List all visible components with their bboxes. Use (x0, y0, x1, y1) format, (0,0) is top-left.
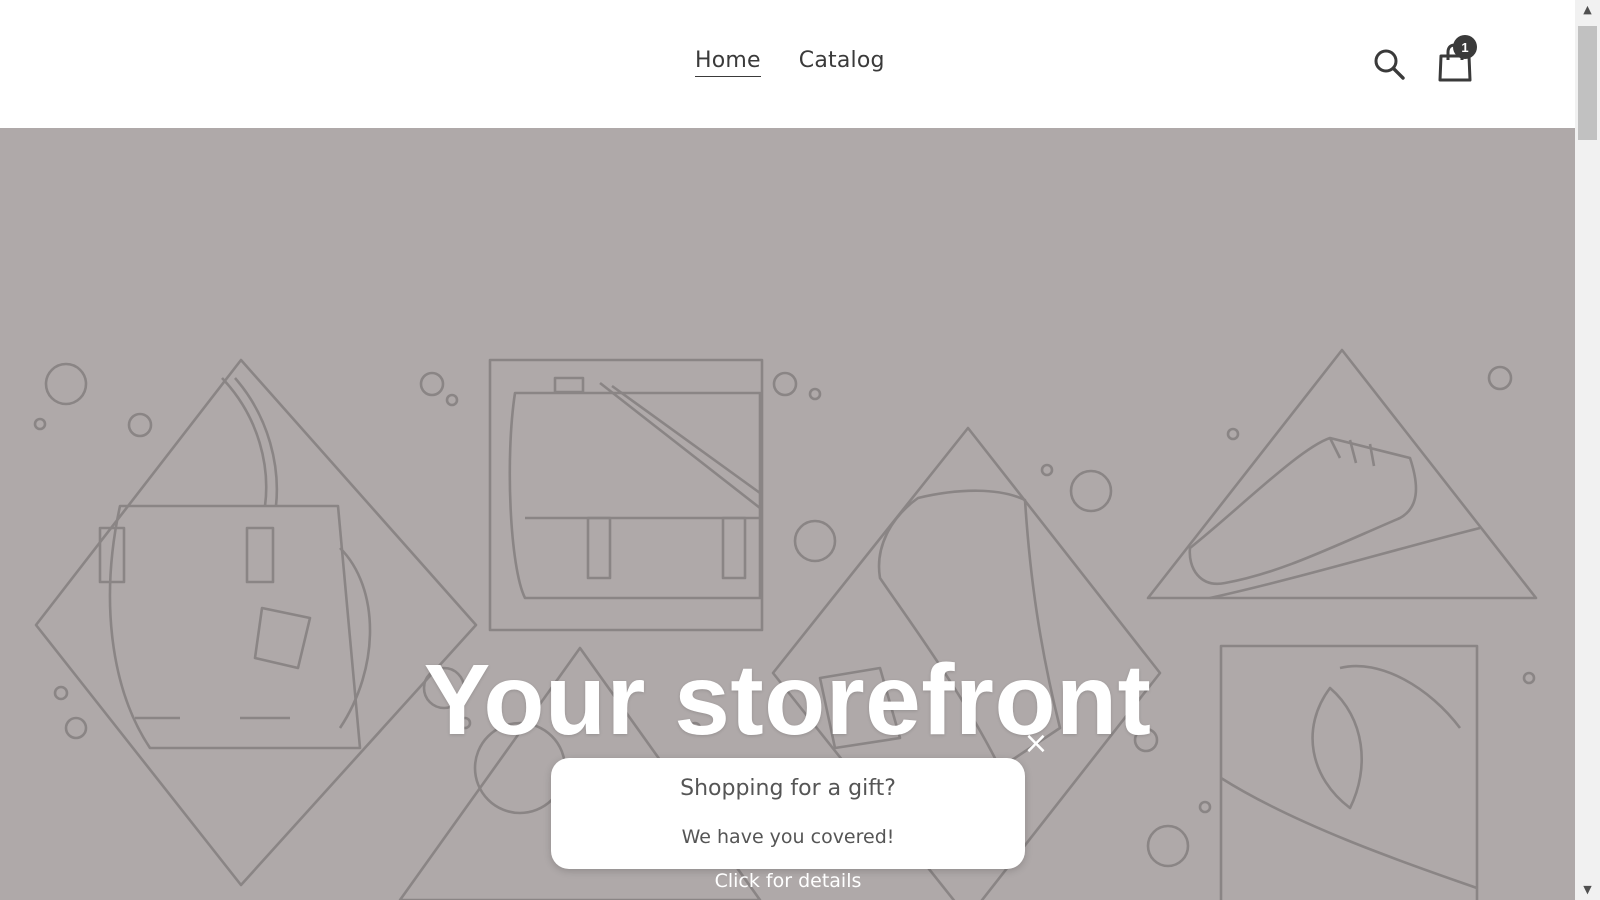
cart-count-badge: 1 (1453, 35, 1477, 59)
triangle-shape (1146, 348, 1538, 600)
popup-details-link[interactable]: Click for details (551, 870, 1025, 892)
search-icon (1374, 49, 1405, 80)
nav-link-home[interactable]: Home (695, 46, 761, 77)
square-frame (488, 358, 764, 632)
scroll-thumb[interactable] (1578, 26, 1597, 140)
vertical-scrollbar[interactable]: ▲ ▼ (1575, 0, 1600, 900)
scroll-down-arrow-icon[interactable]: ▼ (1575, 880, 1600, 900)
search-button[interactable] (1372, 47, 1406, 81)
scroll-up-arrow-icon[interactable]: ▲ (1575, 0, 1600, 20)
hero-title: Your storefront (423, 644, 1152, 756)
site-header: Home Catalog 1 (0, 0, 1575, 128)
nav-link-catalog[interactable]: Catalog (799, 46, 885, 77)
gift-popup[interactable]: Shopping for a gift? We have you covered… (551, 758, 1025, 869)
popup-subtitle: We have you covered! (681, 826, 895, 848)
oxford-shoe-icon (1188, 436, 1418, 586)
popup-close-button[interactable]: × (1022, 729, 1050, 759)
popup-title: Shopping for a gift? (680, 776, 896, 801)
diamond-shape (34, 358, 478, 887)
page: Home Catalog 1 Your storefront Shopping … (0, 0, 1575, 900)
main-nav: Home Catalog (695, 46, 885, 77)
